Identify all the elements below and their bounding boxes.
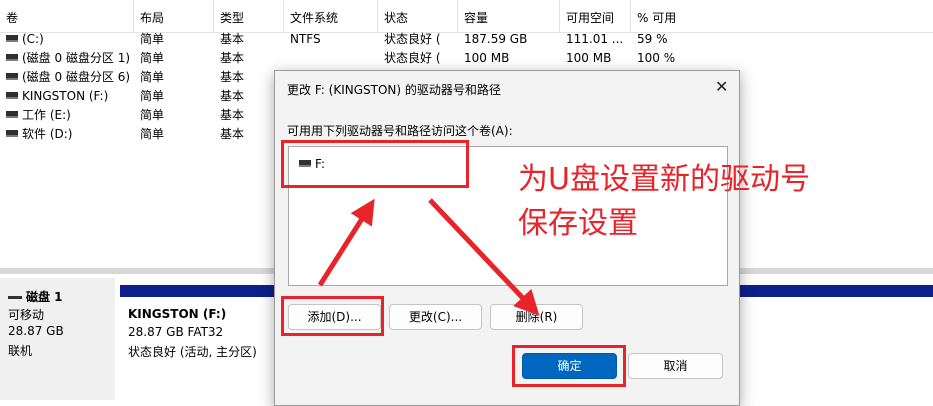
arrow-to-ok-button (428, 198, 540, 316)
annotation-arrows (317, 198, 540, 316)
arrow-to-list-entry (317, 198, 375, 287)
